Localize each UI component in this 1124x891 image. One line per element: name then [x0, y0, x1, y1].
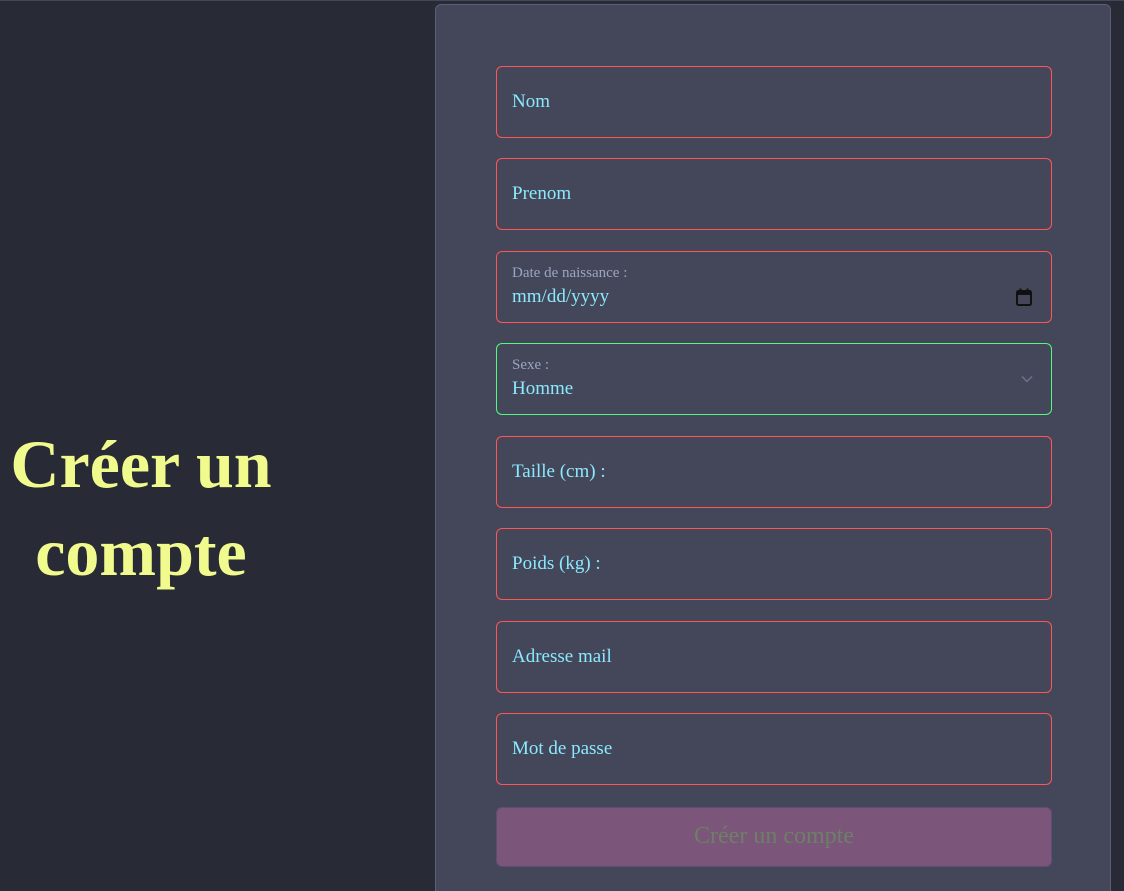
prenom-input[interactable]: [512, 159, 1036, 229]
nom-field[interactable]: [496, 66, 1052, 138]
nom-input[interactable]: [512, 67, 1036, 137]
sexe-select[interactable]: Homme: [512, 378, 573, 400]
date-naissance-label: Date de naissance :: [512, 265, 628, 281]
page-title: Créer un compte: [10, 426, 272, 590]
signup-form: Date de naissance : mm/dd/yyyy Sexe : Ho…: [435, 4, 1111, 891]
taille-input[interactable]: [512, 437, 1036, 507]
poids-field[interactable]: [496, 528, 1052, 600]
email-input[interactable]: [512, 622, 1036, 692]
calendar-icon[interactable]: [1016, 288, 1032, 306]
chevron-down-icon[interactable]: [1020, 372, 1034, 386]
date-naissance-value[interactable]: mm/dd/yyyy: [512, 286, 609, 308]
email-field[interactable]: [496, 621, 1052, 693]
taille-field[interactable]: [496, 436, 1052, 508]
create-account-button[interactable]: Créer un compte: [496, 807, 1052, 867]
poids-input[interactable]: [512, 529, 1036, 599]
sexe-label: Sexe :: [512, 357, 550, 373]
top-border: [0, 0, 1124, 1]
prenom-field[interactable]: [496, 158, 1052, 230]
sexe-field[interactable]: Sexe : Homme: [496, 343, 1052, 415]
date-naissance-field[interactable]: Date de naissance : mm/dd/yyyy: [496, 251, 1052, 323]
password-input[interactable]: [512, 714, 1036, 784]
password-field[interactable]: [496, 713, 1052, 785]
